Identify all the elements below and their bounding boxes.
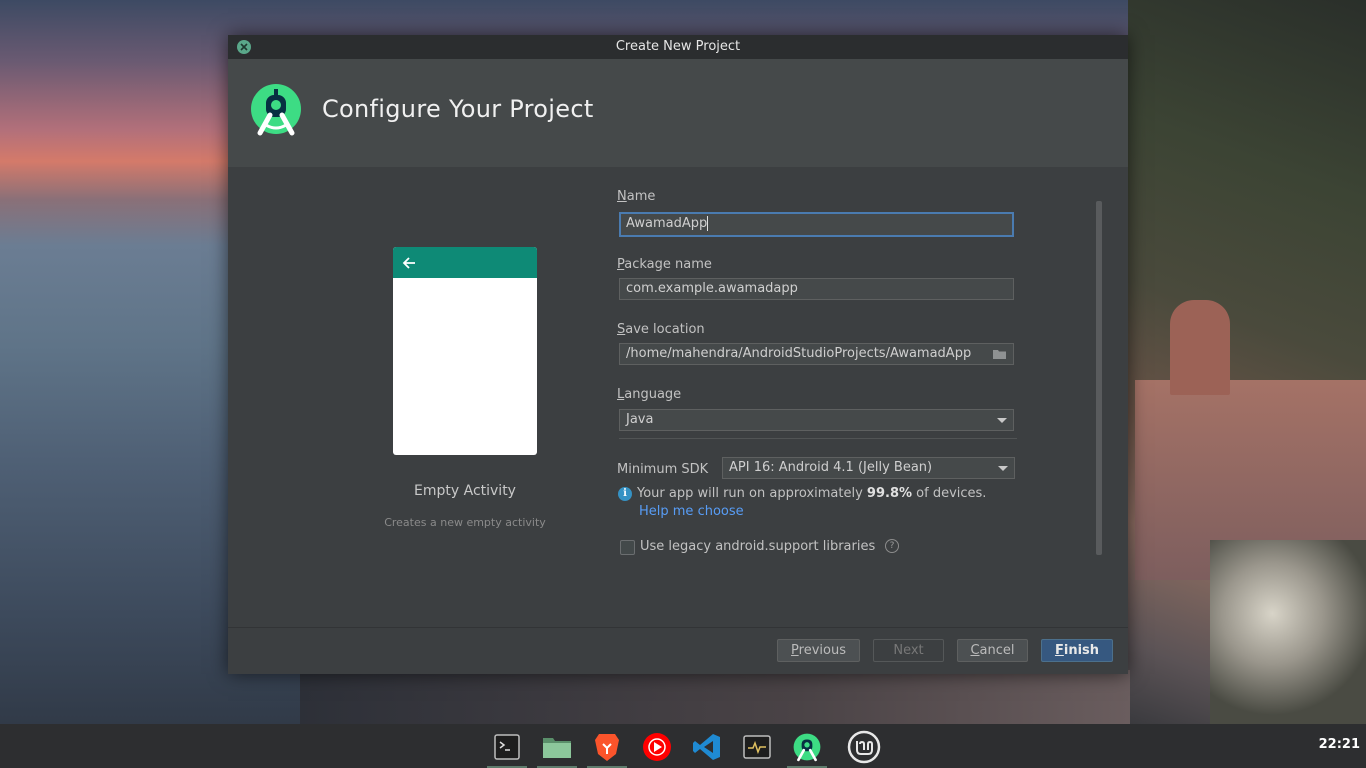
divider <box>619 438 1017 439</box>
next-button[interactable]: Next <box>873 639 944 662</box>
info-icon: i <box>618 487 632 501</box>
brave-icon[interactable] <box>585 729 629 768</box>
chevron-down-icon <box>997 418 1007 423</box>
package-name-input[interactable]: com.example.awamadapp <box>619 278 1014 300</box>
package-name-label: Package name <box>617 257 712 272</box>
mint-menu-icon[interactable] <box>842 729 886 765</box>
name-input[interactable]: AwamadApp <box>619 212 1014 237</box>
preview-appbar <box>393 247 537 278</box>
wallpaper-flowers <box>1210 540 1366 724</box>
terminal-icon[interactable] <box>485 729 529 768</box>
footer-divider <box>228 627 1128 628</box>
template-preview <box>393 247 537 455</box>
clock[interactable]: 22:21 <box>1319 737 1360 752</box>
minimum-sdk-label: Minimum SDK <box>617 462 709 477</box>
chevron-down-icon <box>998 466 1008 471</box>
template-description: Creates a new empty activity <box>384 516 546 529</box>
scrollbar[interactable] <box>1096 201 1102 555</box>
finish-button[interactable]: Finish <box>1041 639 1113 662</box>
vscode-icon[interactable] <box>685 729 729 765</box>
previous-button[interactable]: Previous <box>777 639 860 662</box>
wallpaper-tower <box>1170 300 1230 395</box>
name-label: Name <box>617 189 656 204</box>
taskbar: 22:21 <box>0 724 1366 768</box>
close-icon <box>240 43 248 51</box>
close-button[interactable] <box>237 40 251 54</box>
android-studio-icon[interactable] <box>785 729 829 768</box>
create-project-dialog: Create New Project Configure Your Projec… <box>228 35 1128 674</box>
minimum-sdk-select[interactable]: API 16: Android 4.1 (Jelly Bean) <box>722 457 1015 479</box>
legacy-support-label[interactable]: Use legacy android.support libraries <box>640 539 875 554</box>
save-location-label: Save location <box>617 322 705 337</box>
page-title: Configure Your Project <box>322 95 594 123</box>
files-icon[interactable] <box>535 729 579 768</box>
language-select[interactable]: Java <box>619 409 1014 431</box>
back-arrow-icon <box>402 257 415 269</box>
help-me-choose-link[interactable]: Help me choose <box>639 504 744 519</box>
text-caret <box>707 216 709 231</box>
legacy-support-checkbox[interactable] <box>620 540 635 555</box>
android-studio-logo-icon <box>251 84 301 136</box>
folder-icon[interactable] <box>992 348 1007 360</box>
template-name: Empty Activity <box>414 483 516 499</box>
device-coverage-text: Your app will run on approximately 99.8%… <box>637 486 987 501</box>
window-title: Create New Project <box>615 39 741 54</box>
language-label: Language <box>617 387 682 402</box>
cancel-button[interactable]: Cancel <box>957 639 1028 662</box>
wallpaper-shore <box>300 670 1130 724</box>
dialog-header: Configure Your Project <box>228 59 1128 167</box>
help-question-icon[interactable]: ? <box>885 539 899 553</box>
save-location-input[interactable]: /home/mahendra/AndroidStudioProjects/Awa… <box>619 343 1014 365</box>
system-monitor-icon[interactable] <box>735 729 779 765</box>
dialog-titlebar: Create New Project <box>228 35 1128 59</box>
youtube-music-icon[interactable] <box>635 729 679 765</box>
